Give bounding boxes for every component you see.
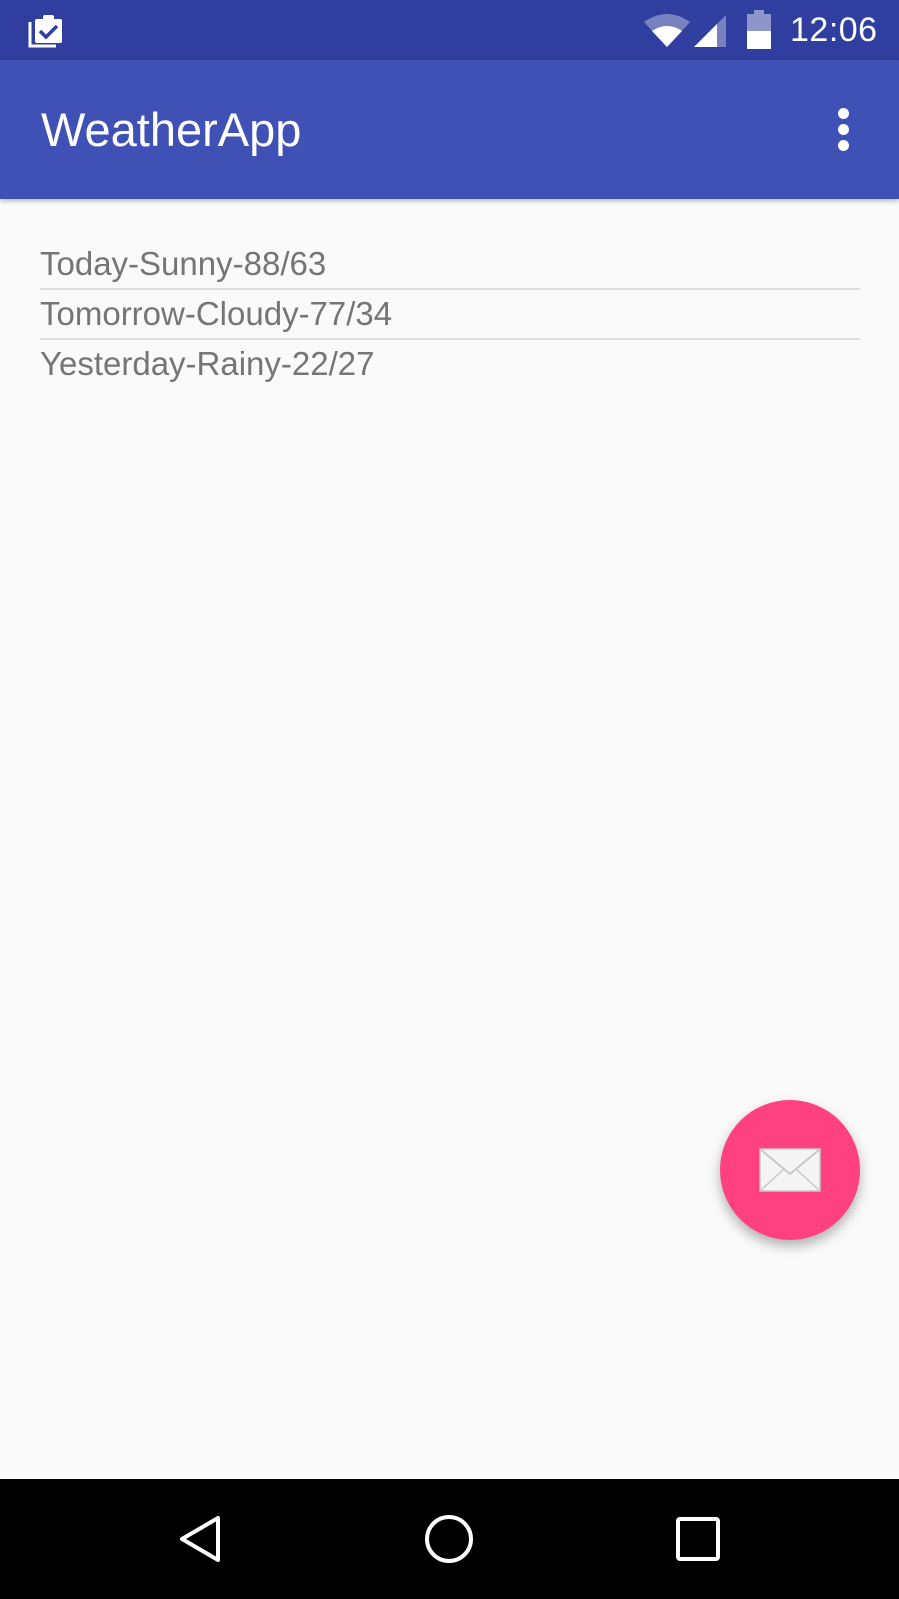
home-icon[interactable] — [422, 1512, 476, 1566]
cell-signal-icon — [694, 15, 726, 47]
app-bar: WeatherApp — [0, 60, 899, 199]
overflow-menu-button[interactable] — [820, 102, 868, 158]
recents-icon[interactable] — [675, 1516, 721, 1562]
forecast-item-today[interactable]: Today-Sunny-88/63 — [40, 240, 860, 290]
forecast-list: Today-Sunny-88/63 Tomorrow-Cloudy-77/34 … — [40, 240, 860, 388]
back-icon[interactable] — [176, 1514, 226, 1564]
status-bar: 12:06 — [0, 0, 899, 60]
status-time: 12:06 — [790, 11, 878, 49]
battery-icon — [747, 10, 771, 49]
navigation-bar — [0, 1479, 899, 1599]
forecast-item-yesterday[interactable]: Yesterday-Rainy-22/27 — [40, 340, 860, 388]
clipboard-check-icon — [28, 15, 62, 48]
app-title: WeatherApp — [41, 103, 302, 156]
compose-mail-fab[interactable] — [720, 1100, 860, 1240]
forecast-item-tomorrow[interactable]: Tomorrow-Cloudy-77/34 — [40, 290, 860, 340]
mail-icon — [759, 1148, 821, 1192]
wifi-icon — [644, 14, 690, 47]
